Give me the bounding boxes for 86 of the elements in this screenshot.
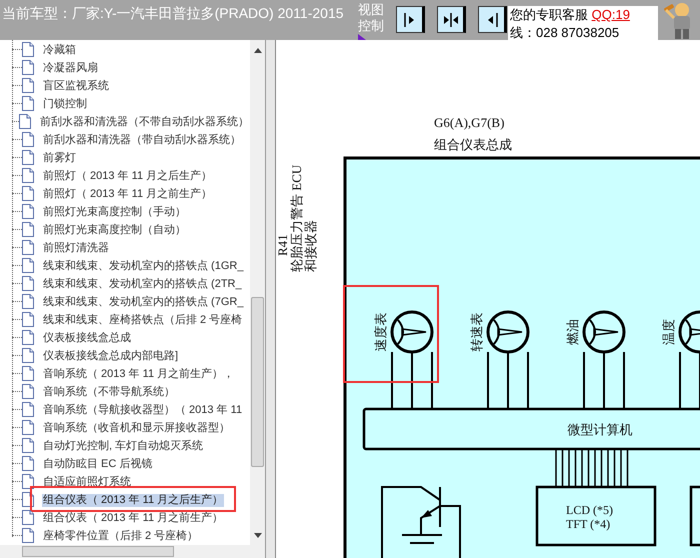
tree-item[interactable]: 自动防眩目 EC 后视镜 <box>42 458 154 471</box>
tree-item[interactable]: 门锁控制 <box>42 98 88 111</box>
component-title: 组合仪表总成 <box>434 137 512 152</box>
side-label: 和接收器 <box>303 220 318 272</box>
tree-item[interactable]: 音响系统（不带导航系统） <box>42 386 176 399</box>
document-icon <box>22 78 34 92</box>
document-icon <box>22 132 34 146</box>
document-icon <box>22 258 34 272</box>
tree-item[interactable]: 音响系统（收音机和显示屏接收器型） <box>42 422 231 435</box>
document-icon <box>22 366 34 380</box>
document-icon <box>22 276 34 290</box>
document-icon <box>19 114 31 128</box>
scrollbar-thumb[interactable] <box>22 546 174 557</box>
tree-item[interactable]: 线束和线束、发动机室内的搭铁点 (2TR_ <box>42 278 243 291</box>
document-icon <box>22 402 34 416</box>
tree-item[interactable]: 线束和线束、发动机室内的搭铁点 (7GR_ <box>42 296 244 309</box>
phone-text: 线：028 87038205 <box>510 25 620 40</box>
document-icon <box>22 384 34 398</box>
tree-item[interactable]: 自动灯光控制, 车灯自动熄灭系统 <box>42 440 204 453</box>
scroll-down-icon <box>254 533 262 539</box>
horizontal-scrollbar[interactable] <box>0 545 265 558</box>
connector-code: G6(A),G7(B) <box>434 115 504 130</box>
arrows-inward-icon <box>442 12 460 28</box>
scrollbar-thumb[interactable] <box>251 297 264 467</box>
tree-item[interactable]: 线束和线束、发动机室内的搭铁点 (1GR_ <box>42 260 244 273</box>
document-icon <box>22 456 34 470</box>
gauge-label: 转速表 <box>469 312 484 352</box>
tree-item[interactable]: 前雾灯 <box>42 152 77 165</box>
tree-item[interactable]: 盲区监视系统 <box>42 80 110 93</box>
document-icon <box>22 168 34 182</box>
view-control-label: 视图 <box>358 2 385 18</box>
document-icon <box>22 330 34 344</box>
side-block <box>690 486 700 546</box>
document-icon <box>22 294 34 308</box>
document-icon <box>22 510 34 524</box>
view-button[interactable] <box>478 6 507 33</box>
tree-item[interactable]: 自适应前照灯系统 <box>42 476 132 489</box>
document-icon <box>22 528 34 542</box>
vertical-scrollbar[interactable] <box>250 40 265 545</box>
side-label: 轮胎压力警告 ECU <box>289 164 304 272</box>
tree-item[interactable]: 前照灯光束高度控制（手动） <box>42 206 187 219</box>
gauge-label: 温度 <box>661 319 676 345</box>
tree-item[interactable]: 前刮水器和清洗器（不带自动刮水器系统） <box>39 116 250 129</box>
tree-item[interactable]: 前照灯（ 2013 年 11 月之前生产） <box>42 188 214 201</box>
document-icon <box>22 42 34 56</box>
tree-item[interactable]: 仪表板接线盒总成 <box>42 332 132 345</box>
document-icon <box>22 60 34 74</box>
document-icon <box>22 420 34 434</box>
display-label: TFT (*4) <box>566 517 610 531</box>
tree-item[interactable]: 音响系统（导航接收器型）（ 2013 年 11 <box>42 404 244 417</box>
view-control-label: 控制 <box>358 18 385 34</box>
splitter[interactable] <box>266 40 276 558</box>
triangle-icon <box>358 34 366 40</box>
gauge-label: 速度表 <box>373 312 388 352</box>
tree-item[interactable]: 线束和线束、座椅搭铁点（后排 2 号座椅 <box>42 314 244 327</box>
tree-item[interactable]: 前照灯（ 2013 年 11 月之后生产） <box>42 170 214 183</box>
tree-item[interactable]: 组合仪表（ 2013 年 11 月之后生产） <box>42 494 224 507</box>
tree-item[interactable]: 冷凝器风扇 <box>42 62 99 75</box>
tree-item[interactable]: 前照灯清洗器 <box>42 242 110 255</box>
tree-item[interactable]: 组合仪表（ 2013 年 11 月之前生产） <box>42 512 224 525</box>
tree-item[interactable]: 前照灯光束高度控制（自动） <box>42 224 187 237</box>
car-model-title: 当前车型：厂家:Y-一汽丰田普拉多(PRADO) 2011-2015 <box>1 4 345 23</box>
tree-item[interactable]: 座椅零件位置（后排 2 号座椅） <box>42 530 200 543</box>
service-label: 您的专职客服 <box>510 7 588 22</box>
qq-link[interactable]: QQ:19 <box>592 7 630 22</box>
view-button[interactable] <box>396 6 425 33</box>
document-icon <box>22 150 34 164</box>
document-icon <box>22 96 34 110</box>
document-icon <box>22 240 34 254</box>
computer-label: 微型计算机 <box>568 422 632 437</box>
tree-item[interactable]: 冷藏箱 <box>42 44 77 57</box>
tree-item[interactable]: 仪表板接线盒总成内部电路] <box>42 350 180 363</box>
document-icon <box>22 348 34 362</box>
gauge-label: 燃油 <box>565 319 580 345</box>
display-label: LCD (*5) <box>566 503 613 517</box>
document-icon <box>22 474 34 488</box>
document-icon <box>22 312 34 326</box>
tree-item[interactable]: 前刮水器和清洗器（带自动刮水器系统） <box>42 134 242 147</box>
document-icon <box>22 222 34 236</box>
side-label: R41 <box>276 234 290 256</box>
document-icon <box>22 186 34 200</box>
scroll-up-icon <box>254 47 262 53</box>
document-icon <box>22 438 34 452</box>
view-button[interactable] <box>437 6 466 33</box>
tree-item[interactable]: 音响系统（ 2013 年 11 月之前生产）， <box>42 368 236 381</box>
document-icon <box>22 204 34 218</box>
